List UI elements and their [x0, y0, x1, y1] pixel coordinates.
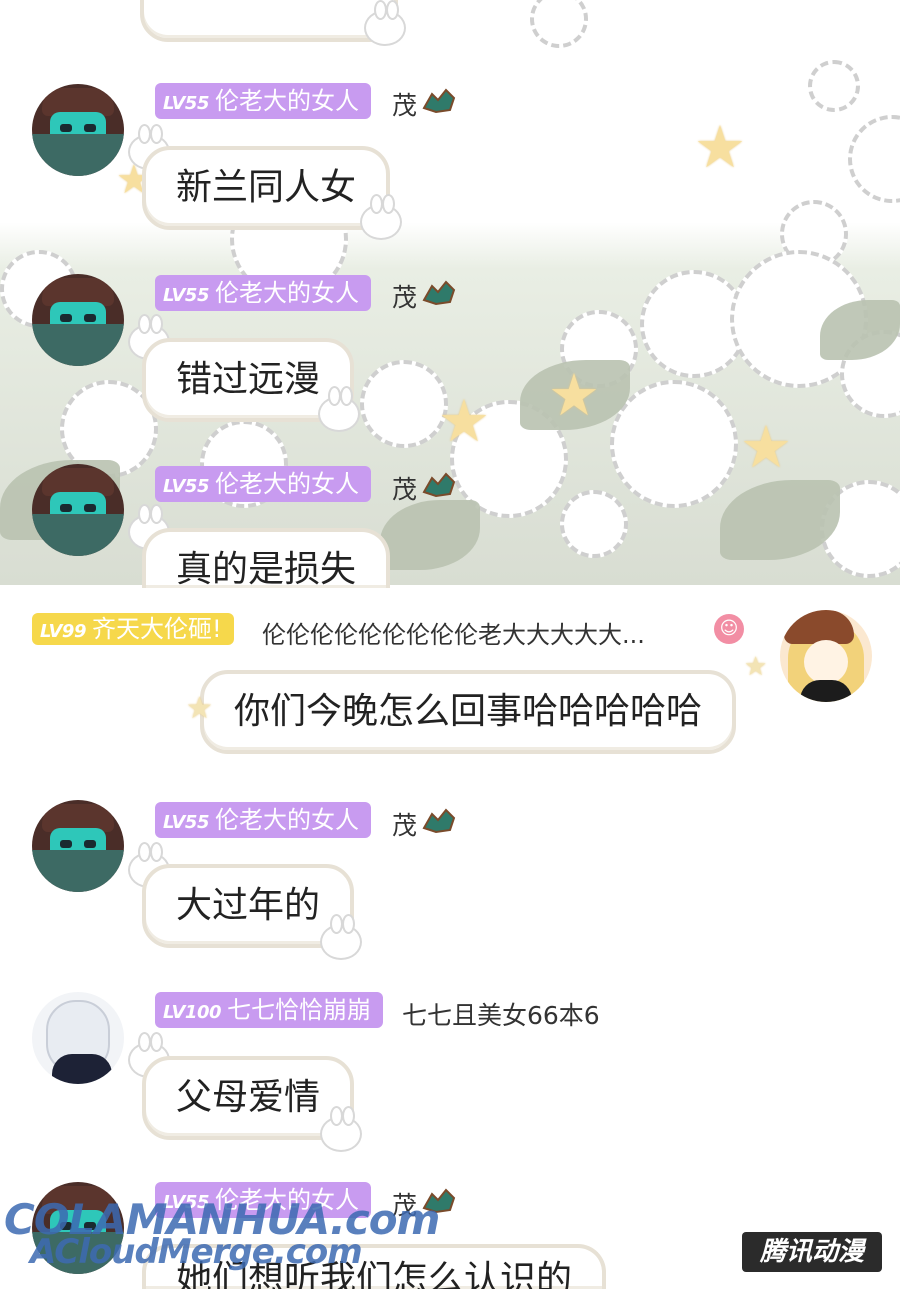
- username: 伦老大的女人: [214, 470, 359, 498]
- user-level-badge[interactable]: LV100 七七恰恰崩崩: [155, 992, 383, 1028]
- user-level-badge[interactable]: LV55 伦老大的女人: [155, 802, 371, 838]
- title-suffix: 伦伦伦伦伦伦伦伦伦老大大大大大...: [262, 621, 645, 649]
- message-bubble[interactable]: 新兰同人女: [142, 146, 391, 230]
- username: 齐天大伦砸!: [91, 615, 222, 643]
- title-suffix: 茂: [392, 91, 418, 120]
- star-sticker-icon: ★: [744, 652, 768, 682]
- robot-avatar[interactable]: [32, 84, 124, 176]
- user-level-badge[interactable]: LV55 伦老大的女人: [155, 275, 371, 311]
- anime-avatar[interactable]: [32, 992, 124, 1084]
- brand-logo: 腾讯动漫: [742, 1232, 882, 1272]
- title-suffix: 七七且美女66本6: [402, 1001, 600, 1030]
- robot-avatar[interactable]: [32, 800, 124, 892]
- level-label: LV55: [163, 476, 209, 497]
- bunny-sticker-icon: [360, 194, 402, 240]
- dragon-emblem-icon: [422, 472, 456, 498]
- level-label: LV55: [163, 93, 209, 114]
- username: 七七恰恰崩崩: [227, 996, 371, 1024]
- bunny-sticker-icon: [320, 1106, 362, 1152]
- star-sticker-icon: ★: [186, 691, 213, 726]
- girl-avatar[interactable]: [780, 610, 872, 702]
- username: 伦老大的女人: [214, 279, 359, 307]
- user-level-badge[interactable]: LV99 齐天大伦砸!: [32, 613, 234, 645]
- level-label: LV55: [163, 812, 209, 833]
- bunny-sticker-icon: [318, 386, 360, 432]
- message-bubble[interactable]: [140, 0, 398, 42]
- dragon-emblem-icon: [422, 280, 456, 306]
- level-label: LV99: [40, 621, 86, 642]
- message-bubble[interactable]: 你们今晚怎么回事哈哈哈哈哈: [200, 670, 737, 754]
- title-suffix: 茂: [392, 811, 418, 840]
- robot-avatar[interactable]: [32, 274, 124, 366]
- user-level-badge[interactable]: LV55 伦老大的女人: [155, 466, 371, 502]
- message-bubble[interactable]: 真的是损失: [142, 528, 391, 588]
- username: 伦老大的女人: [214, 806, 359, 834]
- robot-avatar[interactable]: [32, 464, 124, 556]
- bunny-sticker-icon: [364, 0, 406, 46]
- title-suffix: 茂: [392, 475, 418, 504]
- user-level-badge[interactable]: LV55 伦老大的女人: [155, 83, 371, 119]
- title-suffix: 茂: [392, 283, 418, 312]
- dragon-emblem-icon: [422, 88, 456, 114]
- level-label: LV100: [163, 1002, 222, 1023]
- heart-badge-icon: ☺: [714, 614, 744, 644]
- watermark-text: ACloudMerge.com: [30, 1232, 363, 1272]
- dragon-emblem-icon: [422, 808, 456, 834]
- bunny-sticker-icon: [320, 914, 362, 960]
- level-label: LV55: [163, 285, 209, 306]
- username: 伦老大的女人: [214, 87, 359, 115]
